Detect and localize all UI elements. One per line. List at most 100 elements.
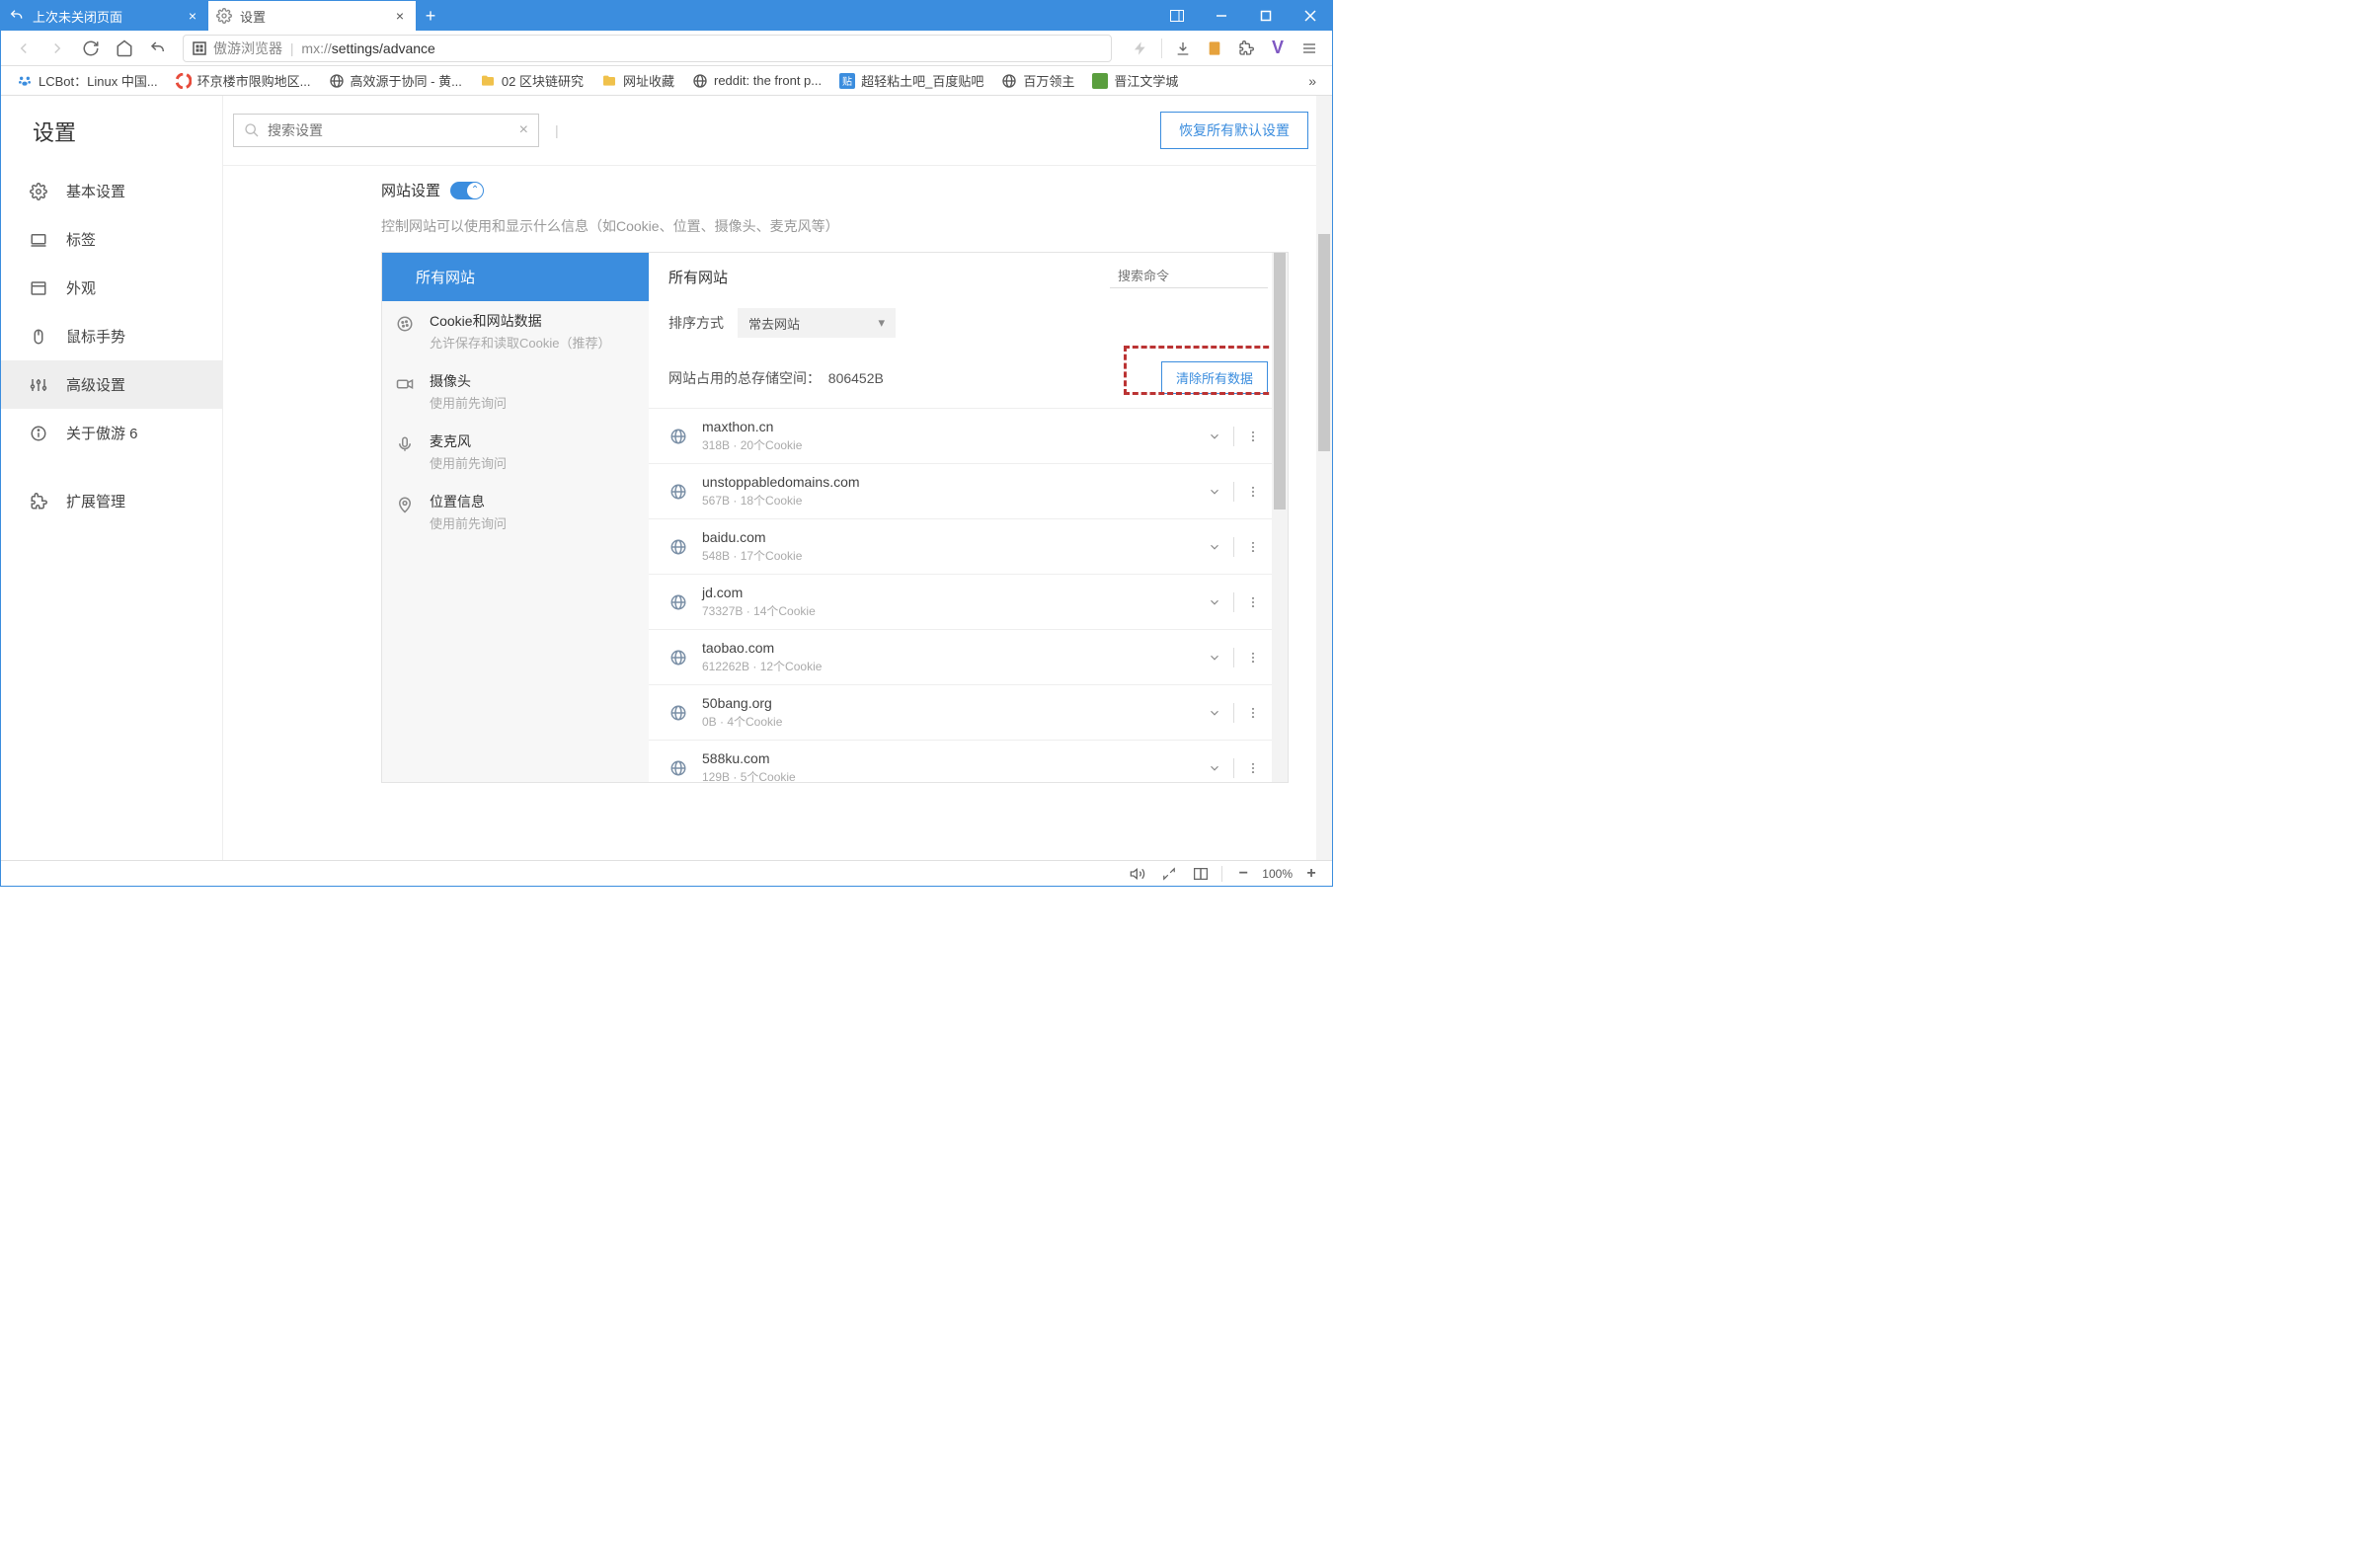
sidebar-item[interactable]: 基本设置 — [1, 167, 222, 215]
home-button[interactable] — [110, 34, 139, 63]
bookmark-icon — [1001, 73, 1017, 89]
minimize-button[interactable] — [1199, 1, 1243, 31]
undo-close-button[interactable] — [143, 34, 173, 63]
bookmark-item[interactable]: 贴超轻粘土吧_百度贴吧 — [831, 67, 991, 94]
forward-button[interactable] — [42, 34, 72, 63]
bookmark-icon — [1092, 73, 1108, 89]
more-icon[interactable] — [1238, 706, 1268, 720]
panel-toggle-icon[interactable] — [1154, 1, 1199, 31]
more-icon[interactable] — [1238, 485, 1268, 499]
sidebar-item-label: 扩展管理 — [66, 491, 125, 511]
flash-icon[interactable] — [1126, 34, 1155, 63]
command-search[interactable] — [1110, 265, 1268, 288]
address-bar[interactable]: 傲游浏览器 | mx://settings/advance — [183, 35, 1112, 62]
undo-icon — [9, 8, 25, 24]
bookmarks-bar: LCBot：Linux 中国... 环京楼市限购地区... 高效源于协同 - 黄..… — [1, 66, 1332, 96]
bookmark-item[interactable]: 百万领主 — [993, 67, 1082, 94]
main-content: × | 恢复所有默认设置 网站设置 ⌃ 控制网站可以使用和显示什么信息（如Coo… — [223, 96, 1332, 860]
clear-icon[interactable]: × — [519, 121, 528, 139]
category-title: Cookie和网站数据 — [430, 311, 635, 331]
bookmark-item[interactable]: 高效源于协同 - 黄... — [321, 67, 470, 94]
sidebar-item[interactable]: 外观 — [1, 264, 222, 312]
scrollbar[interactable] — [1316, 96, 1332, 860]
tab-prev-session[interactable]: 上次未关闭页面 × — [1, 1, 208, 31]
category-item[interactable]: Cookie和网站数据允许保存和读取Cookie（推荐） — [382, 301, 649, 361]
search-input[interactable] — [268, 122, 511, 138]
more-icon[interactable] — [1238, 595, 1268, 609]
v-icon[interactable]: V — [1263, 34, 1293, 63]
sidebar-item[interactable]: 高级设置 — [1, 360, 222, 409]
more-icon[interactable] — [1238, 540, 1268, 554]
volume-icon[interactable] — [1125, 863, 1150, 885]
maximize-button[interactable] — [1243, 1, 1288, 31]
site-row: 588ku.com129B · 5个Cookie — [649, 740, 1288, 782]
panel-left-header[interactable]: 所有网站 — [382, 253, 649, 301]
site-list: maxthon.cn318B · 20个Cookieunstoppabledom… — [649, 408, 1288, 782]
address-text: 傲游浏览器 | mx://settings/advance — [213, 39, 435, 58]
fullscreen-icon[interactable] — [1156, 863, 1182, 885]
chevron-down-icon[interactable] — [1200, 761, 1229, 775]
search-settings[interactable]: × — [233, 114, 539, 147]
bookmark-item[interactable]: reddit: the front p... — [684, 69, 829, 93]
split-icon[interactable] — [1188, 863, 1214, 885]
gear-icon — [216, 8, 232, 24]
sort-select[interactable]: 常去网站 ▾ — [738, 308, 896, 338]
back-button[interactable] — [9, 34, 39, 63]
bookmark-item[interactable]: LCBot：Linux 中国... — [9, 67, 166, 94]
note-icon[interactable] — [1200, 34, 1229, 63]
clear-all-button[interactable]: 清除所有数据 — [1161, 361, 1268, 394]
storage-label: 网站占用的总存储空间： 806452B — [668, 368, 884, 388]
bookmark-label: 高效源于协同 - 黄... — [351, 71, 462, 90]
bookmark-icon: 贴 — [839, 73, 855, 89]
category-title: 麦克风 — [430, 431, 635, 451]
chevron-down-icon[interactable] — [1200, 595, 1229, 609]
chevron-down-icon[interactable] — [1200, 706, 1229, 720]
bookmark-label: 环京楼市限购地区... — [197, 71, 311, 90]
sidebar-item-extensions[interactable]: 扩展管理 — [1, 477, 222, 525]
category-title: 位置信息 — [430, 492, 635, 511]
mouse-icon — [29, 327, 48, 347]
bookmark-item[interactable]: 环京楼市限购地区... — [168, 67, 319, 94]
more-icon[interactable] — [1238, 651, 1268, 665]
menu-icon[interactable] — [1295, 34, 1324, 63]
puzzle-icon[interactable] — [1231, 34, 1261, 63]
chevron-down-icon[interactable] — [1200, 485, 1229, 499]
zoom-in-button[interactable]: + — [1298, 863, 1324, 885]
bookmark-item[interactable]: 网址收藏 — [593, 67, 682, 94]
bookmark-icon — [692, 73, 708, 89]
reload-button[interactable] — [76, 34, 106, 63]
sidebar-item[interactable]: 关于傲游 6 — [1, 409, 222, 457]
chevron-down-icon[interactable] — [1200, 430, 1229, 443]
new-tab-button[interactable]: + — [416, 1, 445, 31]
site-row: maxthon.cn318B · 20个Cookie — [649, 408, 1288, 463]
site-meta: 612262B · 12个Cookie — [702, 658, 1200, 674]
sidebar-item[interactable]: 鼠标手势 — [1, 312, 222, 360]
category-item[interactable]: 位置信息使用前先询问 — [382, 482, 649, 542]
bookmark-item[interactable]: 02 区块链研究 — [472, 67, 591, 94]
tab-settings[interactable]: 设置 × — [208, 1, 416, 31]
close-button[interactable] — [1288, 1, 1332, 31]
bookmark-item[interactable]: 晋江文学城 — [1084, 67, 1186, 94]
download-icon[interactable] — [1168, 34, 1198, 63]
scrollbar[interactable] — [1272, 253, 1288, 782]
command-search-input[interactable] — [1118, 269, 1292, 283]
category-item[interactable]: 摄像头使用前先询问 — [382, 361, 649, 422]
chevron-down-icon[interactable] — [1200, 651, 1229, 665]
more-icon[interactable] — [1238, 430, 1268, 443]
sidebar-item-label: 基本设置 — [66, 181, 125, 201]
more-icon[interactable] — [1238, 761, 1268, 775]
category-item[interactable]: 麦克风使用前先询问 — [382, 422, 649, 482]
caret-down-icon: ▾ — [878, 315, 885, 331]
site-meta: 0B · 4个Cookie — [702, 713, 1200, 730]
section-toggle[interactable]: ⌃ — [450, 182, 484, 199]
bookmarks-overflow[interactable]: » — [1300, 69, 1324, 93]
close-icon[interactable]: × — [392, 8, 408, 24]
zoom-out-button[interactable]: − — [1230, 863, 1256, 885]
restore-defaults-button[interactable]: 恢复所有默认设置 — [1160, 112, 1308, 149]
chevron-down-icon[interactable] — [1200, 540, 1229, 554]
svg-text:贴: 贴 — [842, 75, 852, 88]
sidebar-item[interactable]: 标签 — [1, 215, 222, 264]
site-meta: 129B · 5个Cookie — [702, 768, 1200, 782]
close-icon[interactable]: × — [185, 8, 200, 24]
site-meta: 318B · 20个Cookie — [702, 436, 1200, 453]
